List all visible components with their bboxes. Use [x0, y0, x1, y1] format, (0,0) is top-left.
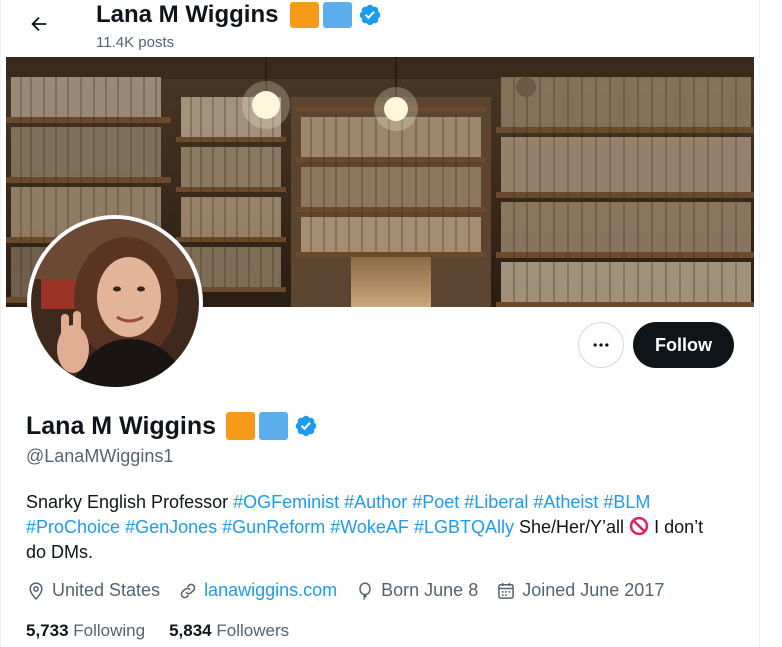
profile-header: Lana M Wiggins 11.4K posts — [1, 0, 761, 56]
hashtag-link[interactable]: #Atheist — [533, 492, 598, 512]
follow-stats: 5,733 Following 5,834 Followers — [26, 621, 313, 641]
hashtag-link[interactable]: #Liberal — [464, 492, 528, 512]
joined-item: Joined June 2017 — [496, 580, 664, 601]
profile-meta: United States lanawiggins.com Born June … — [26, 580, 682, 601]
post-count: 11.4K posts — [96, 34, 175, 51]
orange-square-emoji — [226, 412, 256, 440]
following-label: Following — [73, 621, 146, 640]
orange-square-emoji — [290, 2, 320, 28]
prohibited-icon — [629, 516, 649, 536]
header-title: Lana M Wiggins — [96, 0, 382, 30]
hashtag-link[interactable]: #BLM — [603, 492, 650, 512]
avatar-container[interactable] — [27, 215, 203, 391]
followers-count: 5,834 — [169, 621, 212, 640]
link-icon — [180, 583, 196, 598]
hashtag-link[interactable]: #OGFeminist — [233, 492, 339, 512]
profile-name: Lana M Wiggins — [26, 412, 217, 440]
more-options-button[interactable] — [578, 322, 624, 368]
hashtag-link[interactable]: #LGBTQAlly — [414, 517, 514, 537]
website-item[interactable]: lanawiggins.com — [178, 580, 337, 601]
birthday-text: Born June 8 — [381, 580, 479, 600]
birthday-item: Born June 8 — [355, 580, 478, 601]
hashtag-link[interactable]: #GunReform — [222, 517, 325, 537]
location-text: United States — [52, 580, 161, 600]
profile-name-row: Lana M Wiggins — [26, 410, 318, 442]
arrow-left-icon — [31, 16, 47, 32]
followers-label: Followers — [216, 621, 290, 640]
website-link[interactable]: lanawiggins.com — [204, 580, 337, 601]
profile-bio: Snarky English Professor #OGFeminist #Au… — [26, 490, 726, 565]
calendar-icon — [498, 582, 515, 599]
following-count: 5,733 — [26, 621, 69, 640]
balloon-icon — [359, 581, 371, 600]
blue-square-emoji — [259, 412, 289, 440]
more-horizontal-icon — [593, 343, 609, 347]
hashtag-link[interactable]: #Poet — [412, 492, 459, 512]
joined-text: Joined June 2017 — [522, 580, 665, 600]
back-button[interactable] — [23, 8, 55, 40]
location-item: United States — [26, 580, 160, 601]
follow-button[interactable]: Follow — [633, 322, 734, 368]
hashtag-link[interactable]: #ProChoice — [26, 517, 120, 537]
verified-badge-icon[interactable] — [294, 414, 318, 438]
verified-badge-icon — [360, 4, 381, 26]
hashtag-link[interactable]: #WokeAF — [330, 517, 409, 537]
bio-pronouns: She/Her/Y’all — [519, 517, 625, 537]
blue-square-emoji — [323, 2, 353, 28]
location-pin-icon — [29, 581, 43, 600]
hashtag-link[interactable]: #Author — [344, 492, 407, 512]
avatar — [31, 219, 199, 387]
header-name: Lana M Wiggins — [96, 1, 279, 28]
avatar-image — [31, 219, 199, 387]
hashtag-link[interactable]: #GenJones — [125, 517, 217, 537]
following-link[interactable]: 5,733 Following — [26, 621, 145, 641]
profile-page: Lana M Wiggins 11.4K posts Follow Lana M… — [0, 0, 760, 647]
followers-link[interactable]: 5,834 Followers — [169, 621, 289, 641]
profile-handle: @LanaMWiggins1 — [26, 446, 174, 466]
bio-intro: Snarky English Professor — [26, 492, 229, 512]
